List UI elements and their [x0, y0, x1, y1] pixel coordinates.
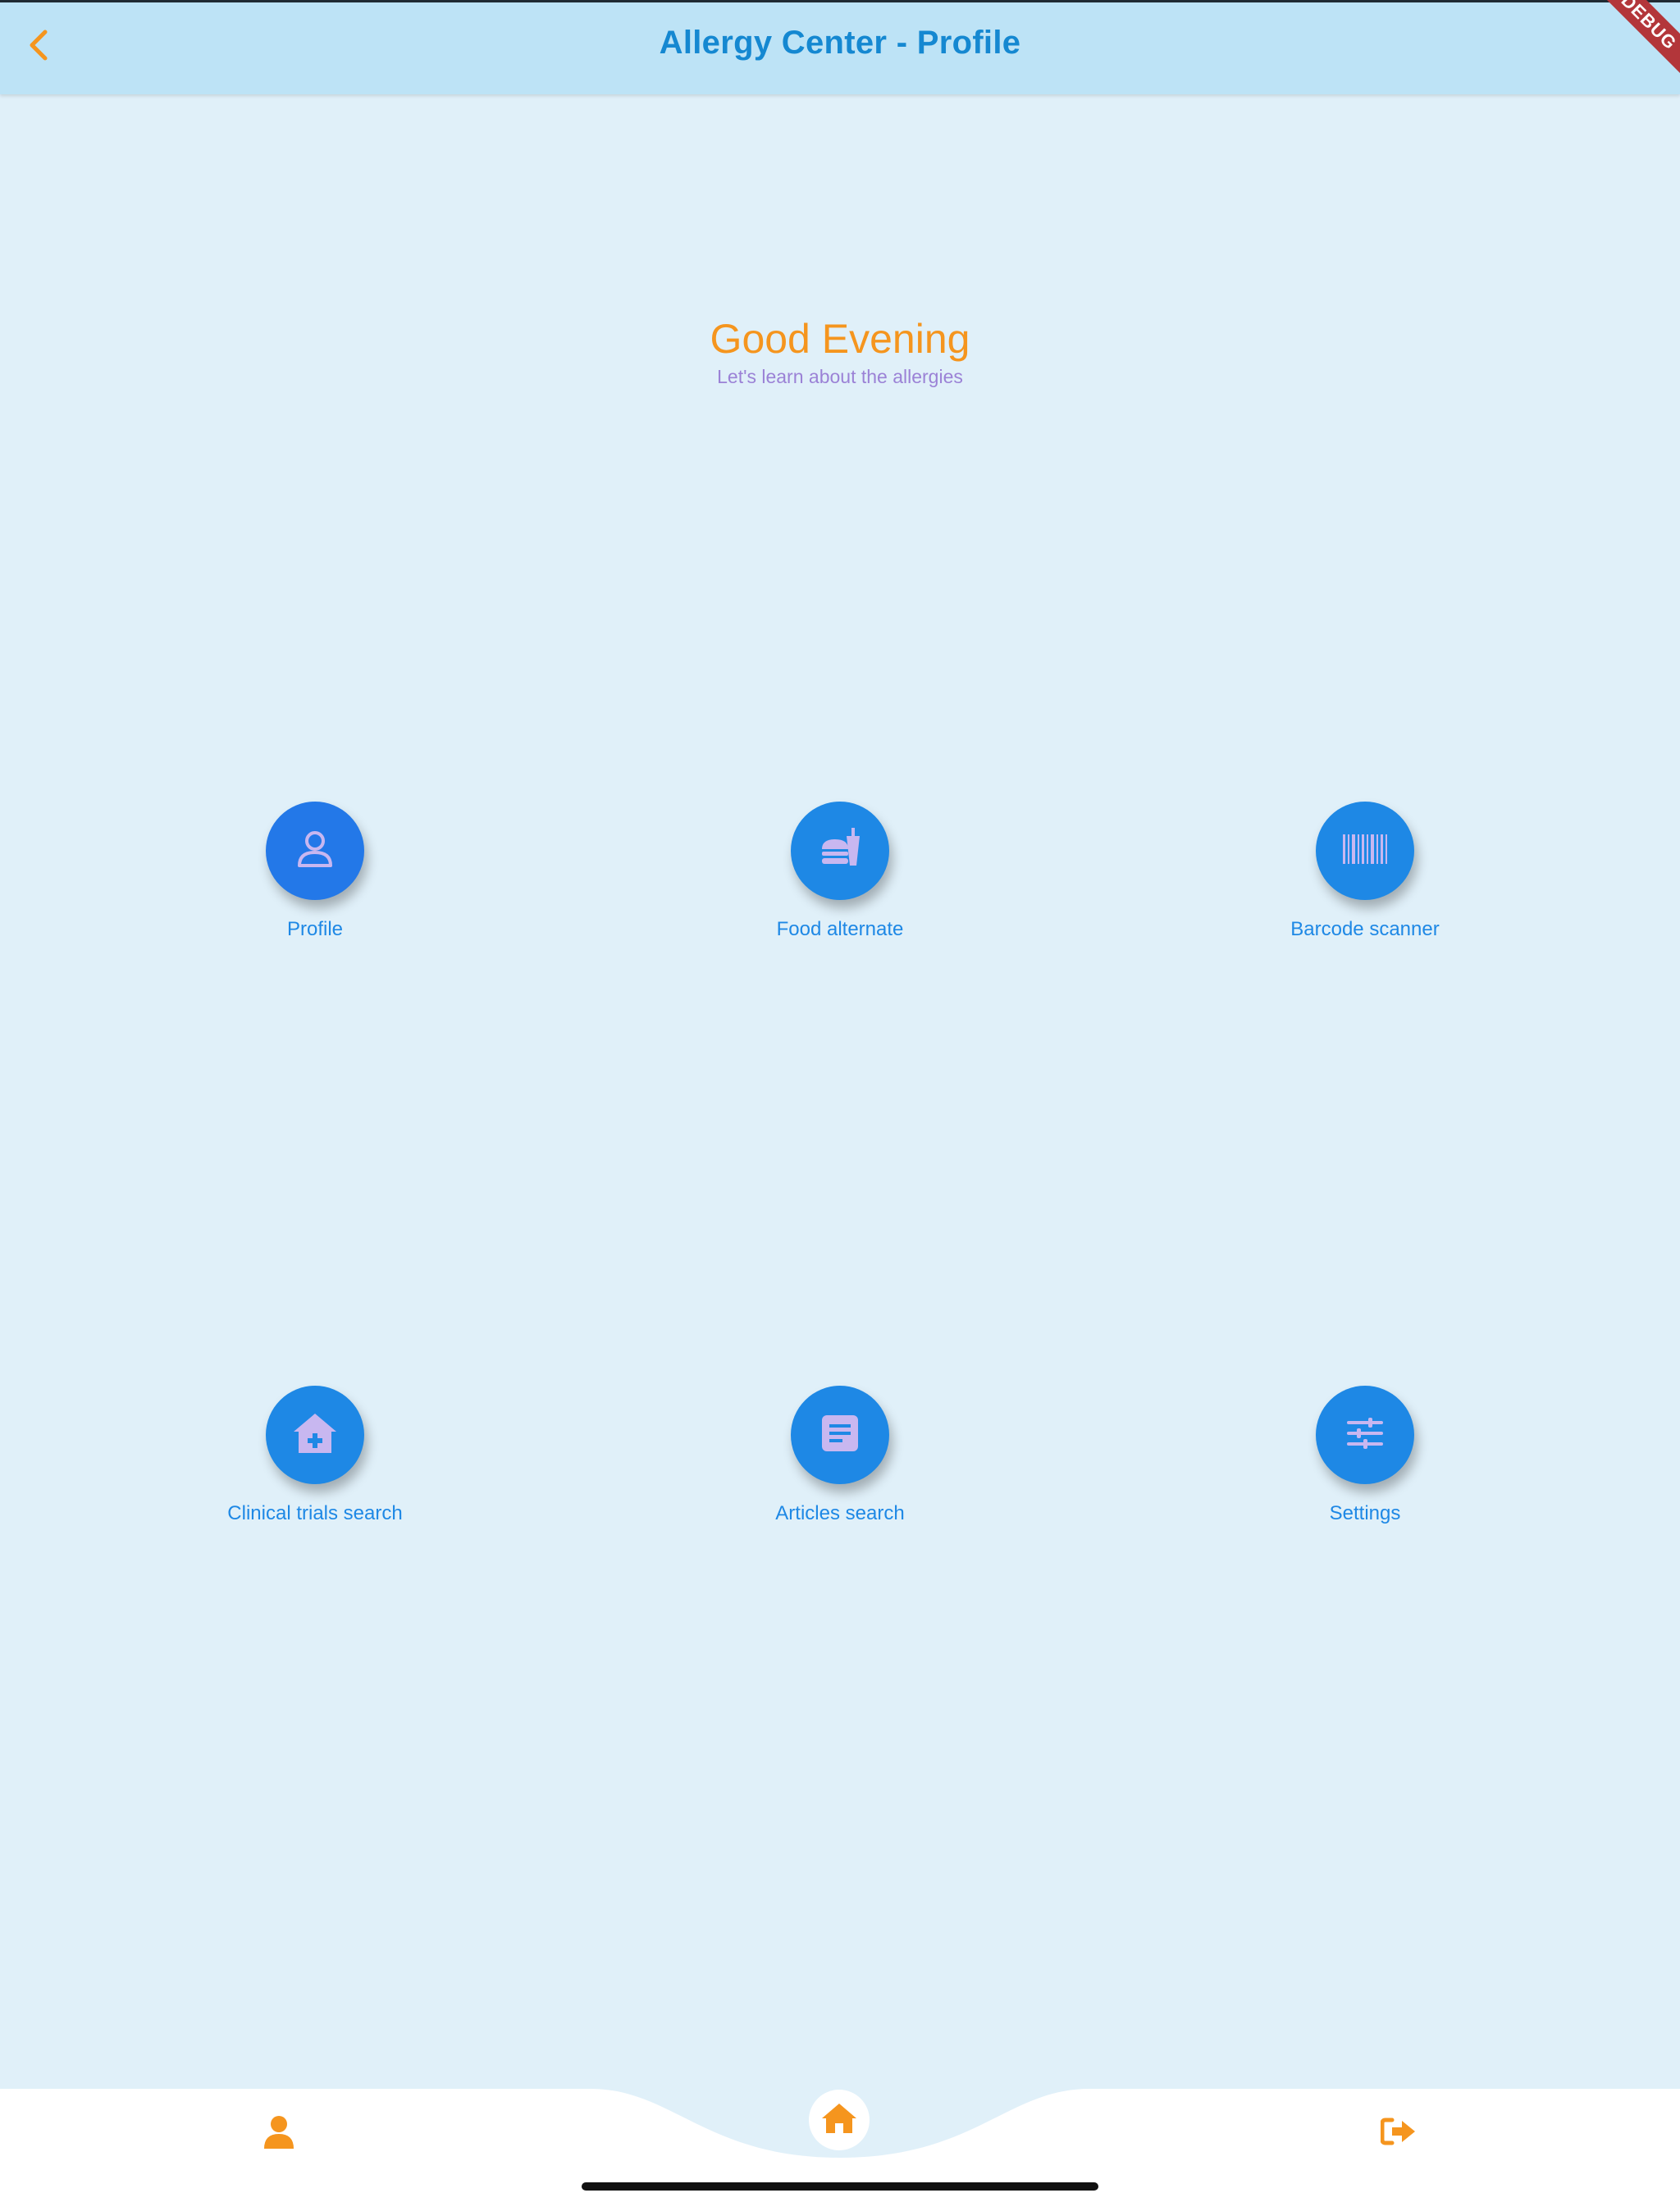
barcode-icon [1340, 831, 1390, 871]
nav-sign-out-button[interactable] [1366, 2108, 1431, 2158]
home-indicator [582, 2182, 1098, 2191]
articles-search-button[interactable] [791, 1386, 889, 1484]
article-icon [819, 1412, 861, 1459]
barcode-scanner-button[interactable] [1316, 802, 1414, 900]
greeting-title: Good Evening [710, 316, 970, 362]
clinical-trials-search-button[interactable] [266, 1386, 364, 1484]
articles-search-tile[interactable]: Articles search [676, 1386, 1004, 1525]
home-icon [820, 2102, 858, 2139]
profile-tile[interactable]: Profile [151, 802, 479, 941]
profile-button[interactable] [266, 802, 364, 900]
tile-label: Articles search [775, 1502, 905, 1524]
tile-label: Profile [286, 918, 344, 940]
tile-label: Clinical trials search [227, 1502, 403, 1524]
tile-label: Food alternate [776, 918, 904, 940]
sliders-icon [1344, 1415, 1386, 1455]
fastfood-icon [815, 825, 865, 878]
greeting-subtitle: Let's learn about the allergies [717, 366, 963, 387]
sign-out-icon [1380, 2117, 1417, 2150]
nav-profile-button[interactable] [246, 2108, 312, 2158]
hospital-icon [290, 1410, 340, 1460]
food-alternate-tile[interactable]: Food alternate [676, 802, 1004, 941]
person-icon [262, 2114, 295, 2153]
app-bar: Allergy Center - Profile [0, 0, 1680, 94]
food-alternate-button[interactable] [791, 802, 889, 900]
clinical-trials-search-tile[interactable]: Clinical trials search [151, 1386, 479, 1525]
page-title: Allergy Center - Profile [659, 25, 1021, 61]
settings-button[interactable] [1316, 1386, 1414, 1484]
tile-label: Barcode scanner [1290, 918, 1440, 940]
barcode-scanner-tile[interactable]: Barcode scanner [1201, 802, 1529, 941]
nav-home-button[interactable] [809, 2090, 870, 2150]
user-icon [292, 826, 338, 876]
tile-label: Settings [1329, 1502, 1401, 1524]
settings-tile[interactable]: Settings [1201, 1386, 1529, 1525]
top-edge-divider [0, 0, 1680, 2]
